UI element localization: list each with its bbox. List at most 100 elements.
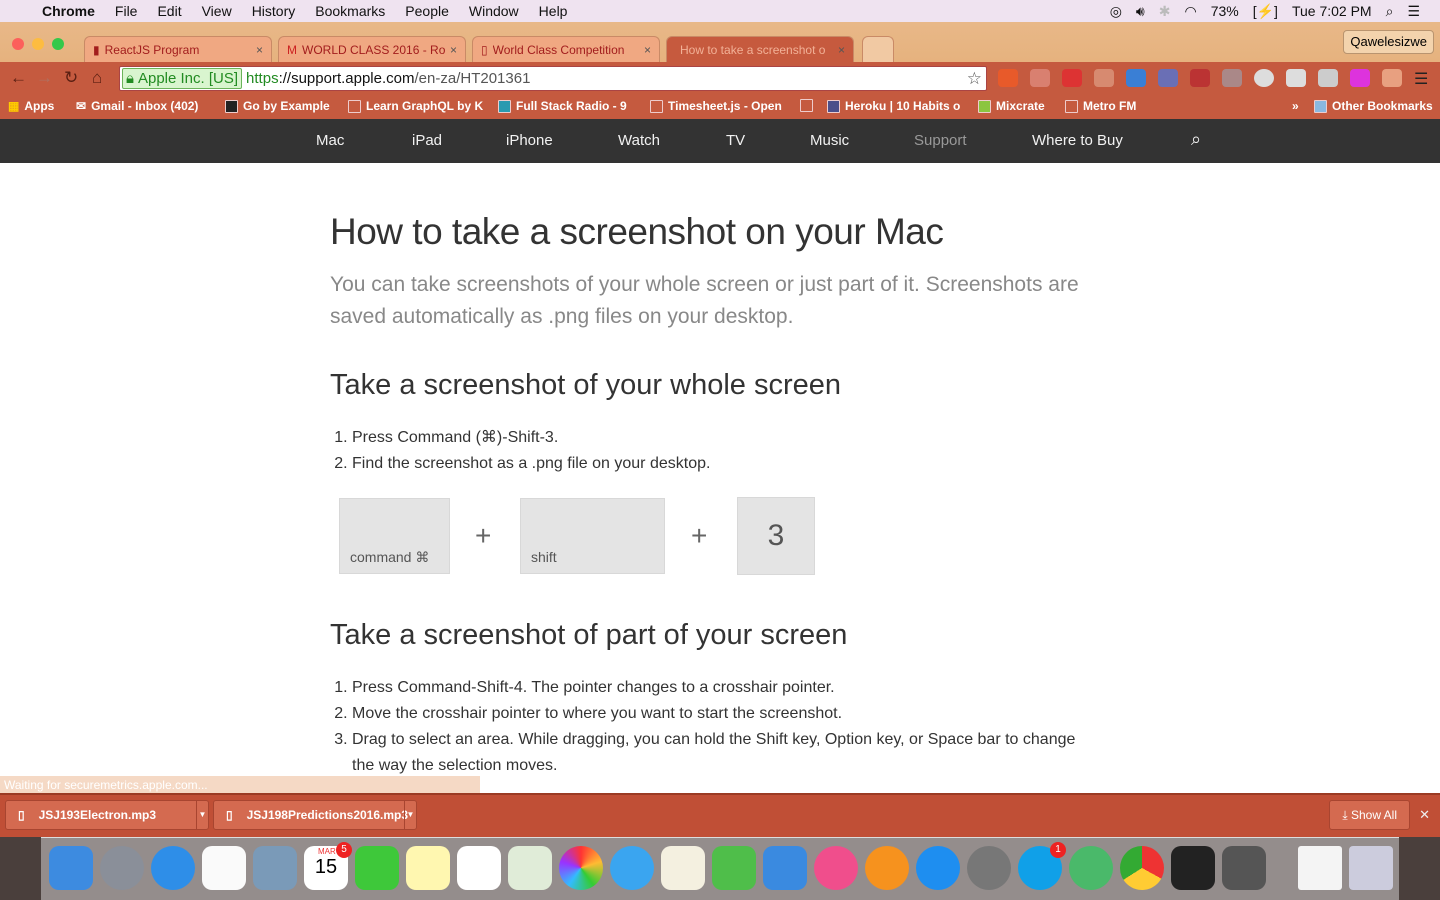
menu-edit[interactable]: Edit [147,3,191,19]
keynote-icon[interactable] [763,846,807,890]
ev-certificate-badge[interactable]: 🔒︎ Apple Inc. [US] [122,68,243,89]
chrome-icon[interactable] [1120,846,1164,890]
app-store-icon[interactable] [916,846,960,890]
download-menu-arrow[interactable]: ▼ [196,801,208,829]
sublime-text-icon[interactable] [1222,846,1266,890]
extension-icon[interactable] [1190,69,1210,87]
zoom-window-button[interactable] [52,38,64,50]
launchpad-icon[interactable] [100,846,144,890]
tab-apple-screenshot[interactable]: How to take a screenshot on × [666,36,854,62]
menu-view[interactable]: View [192,3,242,19]
numbers-icon[interactable] [712,846,756,890]
notification-center-icon[interactable]: ☰ [1407,3,1420,20]
nav-iphone[interactable]: iPhone [506,132,553,149]
forward-icon[interactable]: → [36,68,53,88]
extension-icon[interactable] [1222,69,1242,87]
battery-percent[interactable]: 73% [1211,3,1239,19]
menu-window[interactable]: Window [459,3,529,19]
nav-ipad[interactable]: iPad [412,132,442,149]
battery-icon[interactable]: [⚡] [1253,3,1278,20]
status-check-icon[interactable]: ◎ [1110,3,1122,20]
tab-world-class-competition[interactable]: ▯ World Class Competition × [472,36,660,62]
wifi-icon[interactable]: ◠ [1184,3,1196,20]
bookmark-timesheet[interactable]: Timesheet.js - Open [650,99,782,113]
menu-bookmarks[interactable]: Bookmarks [305,3,395,19]
bookmark-apps[interactable]: ▦ Apps [8,99,54,113]
bookmark-full-stack-radio[interactable]: Full Stack Radio - 9 [498,99,627,113]
tab-close-icon[interactable]: × [450,43,457,57]
minimize-window-button[interactable] [32,38,44,50]
bookmark-untitled[interactable] [800,99,813,112]
tab-close-icon[interactable]: × [256,43,263,57]
nav-tv[interactable]: TV [726,132,745,149]
url-text[interactable]: https://support.apple.com/en-za/HT201361 [246,70,530,87]
search-icon[interactable]: ⌕ [1191,129,1201,150]
menu-help[interactable]: Help [529,3,578,19]
itunes-icon[interactable] [814,846,858,890]
nav-support[interactable]: Support [914,132,967,149]
safari-icon[interactable] [151,846,195,890]
nav-watch[interactable]: Watch [618,132,660,149]
download-menu-arrow[interactable]: ▼ [404,801,416,829]
nav-where-to-buy[interactable]: Where to Buy [1032,132,1123,149]
menu-app[interactable]: Chrome [32,3,105,19]
reminders-icon[interactable] [457,846,501,890]
terminal-icon[interactable] [1171,846,1215,890]
preview-icon[interactable] [253,846,297,890]
close-window-button[interactable] [12,38,24,50]
atom-icon[interactable] [1069,846,1113,890]
bluetooth-icon[interactable]: ✱ [1159,3,1171,20]
nav-music[interactable]: Music [810,132,849,149]
bookmark-learn-graphql[interactable]: Learn GraphQL by K [348,99,483,113]
pocket-icon[interactable] [1030,69,1050,87]
volume-icon[interactable]: 🔊︎ [1136,3,1145,20]
bookmark-go-by-example[interactable]: Go by Example [225,99,330,113]
reload-icon[interactable]: ↻ [64,68,78,88]
chrome-menu-icon[interactable]: ☰ [1414,69,1434,88]
tab-world-class-2016[interactable]: M WORLD CLASS 2016 - Road × [278,36,466,62]
bookmark-star-icon[interactable]: ☆ [967,69,982,89]
notes-icon[interactable] [406,846,450,890]
download-item[interactable]: ▯ JSJ198Predictions2016.mp3 ▼ [213,800,417,830]
close-downloads-icon[interactable]: ✕ [1419,807,1430,823]
trash-icon[interactable] [1349,846,1393,890]
extension-icon[interactable] [1350,69,1370,87]
messages-icon[interactable] [610,846,654,890]
tab-close-icon[interactable]: × [838,43,845,57]
download-item[interactable]: ▯ JSJ193Electron.mp3 ▼ [5,800,209,830]
menu-file[interactable]: File [105,3,148,19]
spotlight-icon[interactable]: ⌕ [1386,3,1394,20]
extension-icon[interactable] [1286,69,1306,87]
other-bookmarks[interactable]: Other Bookmarks [1314,99,1433,113]
php-icon[interactable] [1158,69,1178,87]
facetime-icon[interactable] [355,846,399,890]
bookmarks-overflow-icon[interactable]: » [1292,99,1299,113]
bookmark-metro-fm[interactable]: Metro FM [1065,99,1136,113]
ibooks-icon[interactable] [865,846,909,890]
bookmark-mixcrate[interactable]: Mixcrate [978,99,1045,113]
tab-reactjs[interactable]: ▮ ReactJS Program × [84,36,272,62]
new-tab-button[interactable] [862,36,894,62]
menu-people[interactable]: People [395,3,459,19]
extension-icon[interactable] [998,69,1018,87]
document-icon[interactable] [1298,846,1342,890]
calendar-icon[interactable]: MAR 15 5 [304,842,352,890]
app-grid-icon[interactable] [202,846,246,890]
extension-icon[interactable] [1318,69,1338,87]
bookmark-gmail[interactable]: ✉ Gmail - Inbox (402) [76,99,198,113]
home-icon[interactable]: ⌂ [92,68,102,88]
address-bar[interactable]: 🔒︎ Apple Inc. [US] https://support.apple.… [119,66,987,91]
extension-icon[interactable] [1094,69,1114,87]
extension-icon[interactable] [1254,69,1274,87]
new-extension-icon[interactable] [1126,69,1146,87]
tab-close-icon[interactable]: × [644,43,651,57]
bookmark-heroku[interactable]: Heroku | 10 Habits o [827,99,960,113]
clock[interactable]: Tue 7:02 PM [1292,3,1372,19]
nav-mac[interactable]: Mac [316,132,344,149]
pages-icon[interactable] [661,846,705,890]
contacts-icon[interactable] [508,846,552,890]
rss-icon[interactable] [1382,69,1402,87]
back-icon[interactable]: ← [10,68,27,88]
profile-button[interactable]: Qawelesizwe [1343,30,1434,54]
show-all-downloads-button[interactable]: ⤓ Show All [1329,800,1410,830]
